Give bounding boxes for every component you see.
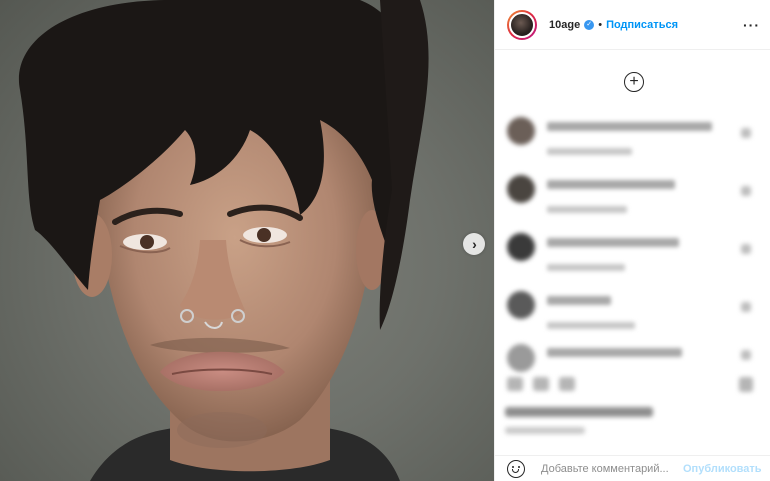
comment-item — [495, 284, 770, 342]
verified-badge-icon: ✓ — [584, 19, 595, 30]
next-image-button[interactable]: › — [463, 233, 485, 255]
like-comment-icon[interactable] — [741, 302, 751, 312]
comment-item — [495, 226, 770, 284]
comment-meta-blurred — [547, 264, 625, 271]
like-comment-icon[interactable] — [741, 244, 751, 254]
like-comment-icon[interactable] — [741, 350, 751, 360]
load-more-comments-button[interactable]: + — [624, 72, 644, 92]
comment-text-blurred — [547, 296, 611, 305]
like-icon[interactable] — [507, 377, 523, 391]
comment-avatar[interactable] — [507, 291, 535, 319]
share-icon[interactable] — [559, 377, 575, 391]
more-options-icon[interactable]: ··· — [743, 17, 760, 33]
follow-button[interactable]: Подписаться — [606, 19, 678, 31]
chevron-right-icon: › — [472, 236, 477, 252]
comment-meta-blurred — [547, 206, 627, 213]
add-comment-bar: Опубликовать — [495, 455, 770, 481]
likes-count-blurred — [505, 407, 653, 417]
comment-meta-blurred — [547, 322, 635, 329]
comment-text-blurred — [547, 122, 712, 131]
portrait-illustration — [18, 0, 429, 481]
separator-dot: • — [598, 18, 603, 31]
plus-circle-icon: + — [629, 72, 639, 90]
comments-list — [495, 110, 770, 400]
avatar-image — [509, 11, 535, 38]
comment-avatar[interactable] — [507, 344, 535, 372]
comment-avatar[interactable] — [507, 233, 535, 261]
like-comment-icon[interactable] — [741, 186, 751, 196]
avatar[interactable] — [507, 9, 537, 40]
comment-avatar[interactable] — [507, 175, 535, 203]
post-actions-blurred — [503, 377, 763, 437]
comment-icon[interactable] — [533, 377, 549, 391]
comment-avatar[interactable] — [507, 117, 535, 145]
post-side-panel: 10age ✓ • Подписаться ··· + Добавьте ком… — [494, 0, 770, 481]
comment-text-blurred — [547, 180, 675, 189]
comment-meta-blurred — [547, 148, 632, 155]
comment-item — [495, 168, 770, 226]
username-link[interactable]: 10age — [549, 19, 580, 31]
comment-text-blurred — [547, 348, 682, 357]
publish-button[interactable]: Опубликовать — [683, 463, 762, 475]
post-header: 10age ✓ • Подписаться ··· — [495, 0, 770, 50]
save-icon[interactable] — [739, 377, 753, 392]
post-photo[interactable]: › — [0, 0, 494, 481]
post-date-blurred — [505, 427, 585, 434]
post-dialog: › 10age ✓ • Подписаться ··· + Добавьте к… — [0, 0, 770, 481]
comment-input[interactable] — [541, 462, 683, 475]
like-comment-icon[interactable] — [741, 128, 751, 138]
emoji-smile-icon[interactable] — [507, 459, 525, 478]
comment-item — [495, 110, 770, 168]
comment-text-blurred — [547, 238, 679, 247]
